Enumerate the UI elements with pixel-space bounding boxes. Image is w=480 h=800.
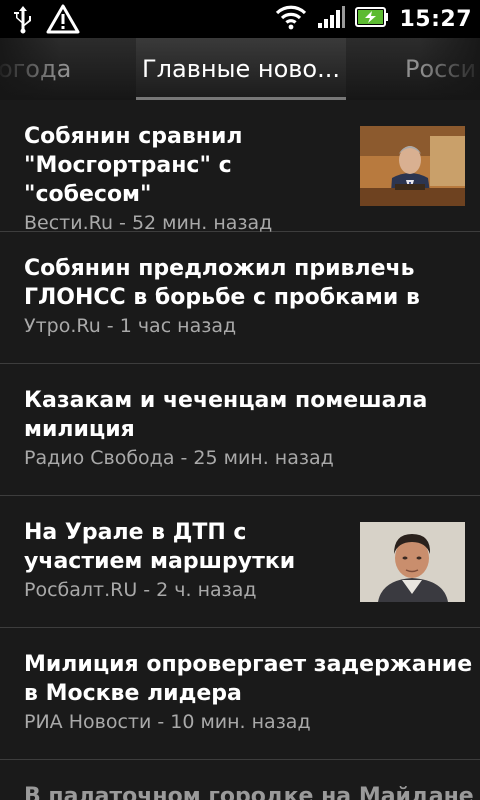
news-source-time: Радио Свобода - 25 мин. назад bbox=[24, 447, 334, 469]
battery-charging-icon bbox=[355, 7, 389, 31]
usb-icon bbox=[12, 4, 34, 38]
news-list: Собянин сравнил "Мосгортранс" с "собесом… bbox=[0, 100, 480, 800]
wifi-icon bbox=[275, 4, 307, 34]
news-source-time: Вести.Ru - 52 мин. назад bbox=[24, 212, 273, 234]
news-thumbnail[interactable] bbox=[360, 522, 465, 602]
news-item[interactable]: На Урале в ДТП с участием маршрутки Росб… bbox=[0, 496, 480, 628]
news-title: Собянин сравнил "Мосгортранс" с "собесом… bbox=[24, 124, 243, 207]
news-item[interactable]: Собянин сравнил "Мосгортранс" с "собесом… bbox=[0, 100, 480, 234]
status-clock: 15:27 bbox=[399, 6, 472, 32]
tab-fade-left bbox=[0, 38, 60, 100]
news-title: В палаточном городке на Майдане bbox=[24, 784, 474, 800]
news-source-time: Утро.Ru - 1 час назад bbox=[24, 315, 237, 337]
tab-fade-right bbox=[420, 38, 480, 100]
news-source-time: РИА Новости - 10 мин. назад bbox=[24, 711, 311, 733]
status-bar: 15:27 bbox=[0, 0, 480, 38]
news-title: Собянин предложил привлечь ГЛОНСС в борь… bbox=[24, 256, 420, 310]
news-title: Казакам и чеченцам помешала милиция bbox=[24, 388, 428, 442]
news-item[interactable]: Собянин предложил привлечь ГЛОНСС в борь… bbox=[0, 232, 480, 364]
warning-icon bbox=[46, 4, 80, 38]
news-source-time: Росбалт.RU - 2 ч. назад bbox=[24, 579, 257, 601]
news-item[interactable]: Казакам и чеченцам помешала милиция Ради… bbox=[0, 364, 480, 496]
news-title: Милиция опровергает задержание в Москве … bbox=[24, 652, 473, 706]
news-thumbnail[interactable] bbox=[360, 126, 465, 206]
category-tabs: огода Главные ново... Росси bbox=[0, 38, 480, 100]
news-title: На Урале в ДТП с участием маршрутки bbox=[24, 520, 296, 574]
signal-icon bbox=[317, 5, 346, 33]
tab-top-news[interactable]: Главные ново... bbox=[136, 38, 346, 100]
news-item[interactable]: Милиция опровергает задержание в Москве … bbox=[0, 628, 480, 760]
news-item[interactable]: В палаточном городке на Майдане bbox=[0, 760, 480, 800]
